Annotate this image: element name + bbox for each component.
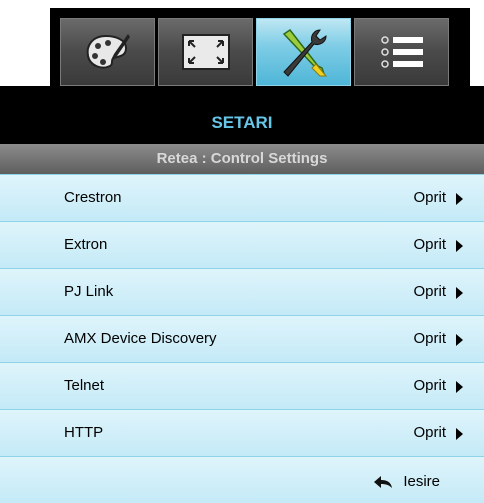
setting-value: Oprit [413, 283, 446, 300]
setting-label: AMX Device Discovery [64, 330, 217, 347]
setting-label: HTTP [64, 424, 104, 441]
chevron-right-icon [456, 287, 463, 299]
setting-label: Telnet [64, 377, 105, 394]
exit-label: Iesire [403, 473, 440, 490]
setting-value: Oprit [413, 424, 446, 441]
setting-value: Oprit [413, 236, 446, 253]
exit-row[interactable]: Iesire [0, 456, 484, 503]
tab-image-settings[interactable] [60, 18, 155, 86]
tools-icon [282, 28, 327, 77]
chevron-right-icon [456, 428, 463, 440]
tab-display[interactable] [158, 18, 253, 86]
menu-title: SETARI [211, 113, 273, 132]
setting-row-amx-device-discovery[interactable]: AMX Device Discovery Oprit [0, 315, 484, 362]
tab-options[interactable] [354, 18, 449, 86]
menu-tab-strip [50, 8, 470, 86]
menu-tab-bar [0, 0, 484, 88]
tab-setup[interactable] [256, 18, 351, 86]
setting-row-extron[interactable]: Extron Oprit [0, 221, 484, 268]
setting-label: Crestron [64, 189, 122, 206]
osd-menu: SETARI Retea : Control Settings Crestron… [0, 0, 484, 503]
back-arrow-icon [374, 476, 392, 488]
chevron-right-icon [456, 334, 463, 346]
setting-label: PJ Link [64, 283, 114, 300]
expand-screen-icon [181, 34, 230, 70]
setting-value: Oprit [413, 377, 446, 394]
list-icon [380, 36, 423, 68]
palette-icon [86, 34, 130, 69]
setting-row-crestron[interactable]: Crestron Oprit [0, 174, 484, 221]
setting-row-telnet[interactable]: Telnet Oprit [0, 362, 484, 409]
setting-value: Oprit [413, 330, 446, 347]
setting-row-pj-link[interactable]: PJ Link Oprit [0, 268, 484, 315]
chevron-right-icon [456, 381, 463, 393]
setting-label: Extron [64, 236, 108, 253]
submenu-title: Retea : Control Settings [156, 150, 328, 167]
settings-list: Crestron Oprit Extron Oprit PJ Link Opri… [0, 174, 484, 456]
setting-value: Oprit [413, 189, 446, 206]
setting-row-http[interactable]: HTTP Oprit [0, 409, 484, 456]
chevron-right-icon [456, 240, 463, 252]
chevron-right-icon [456, 193, 463, 205]
